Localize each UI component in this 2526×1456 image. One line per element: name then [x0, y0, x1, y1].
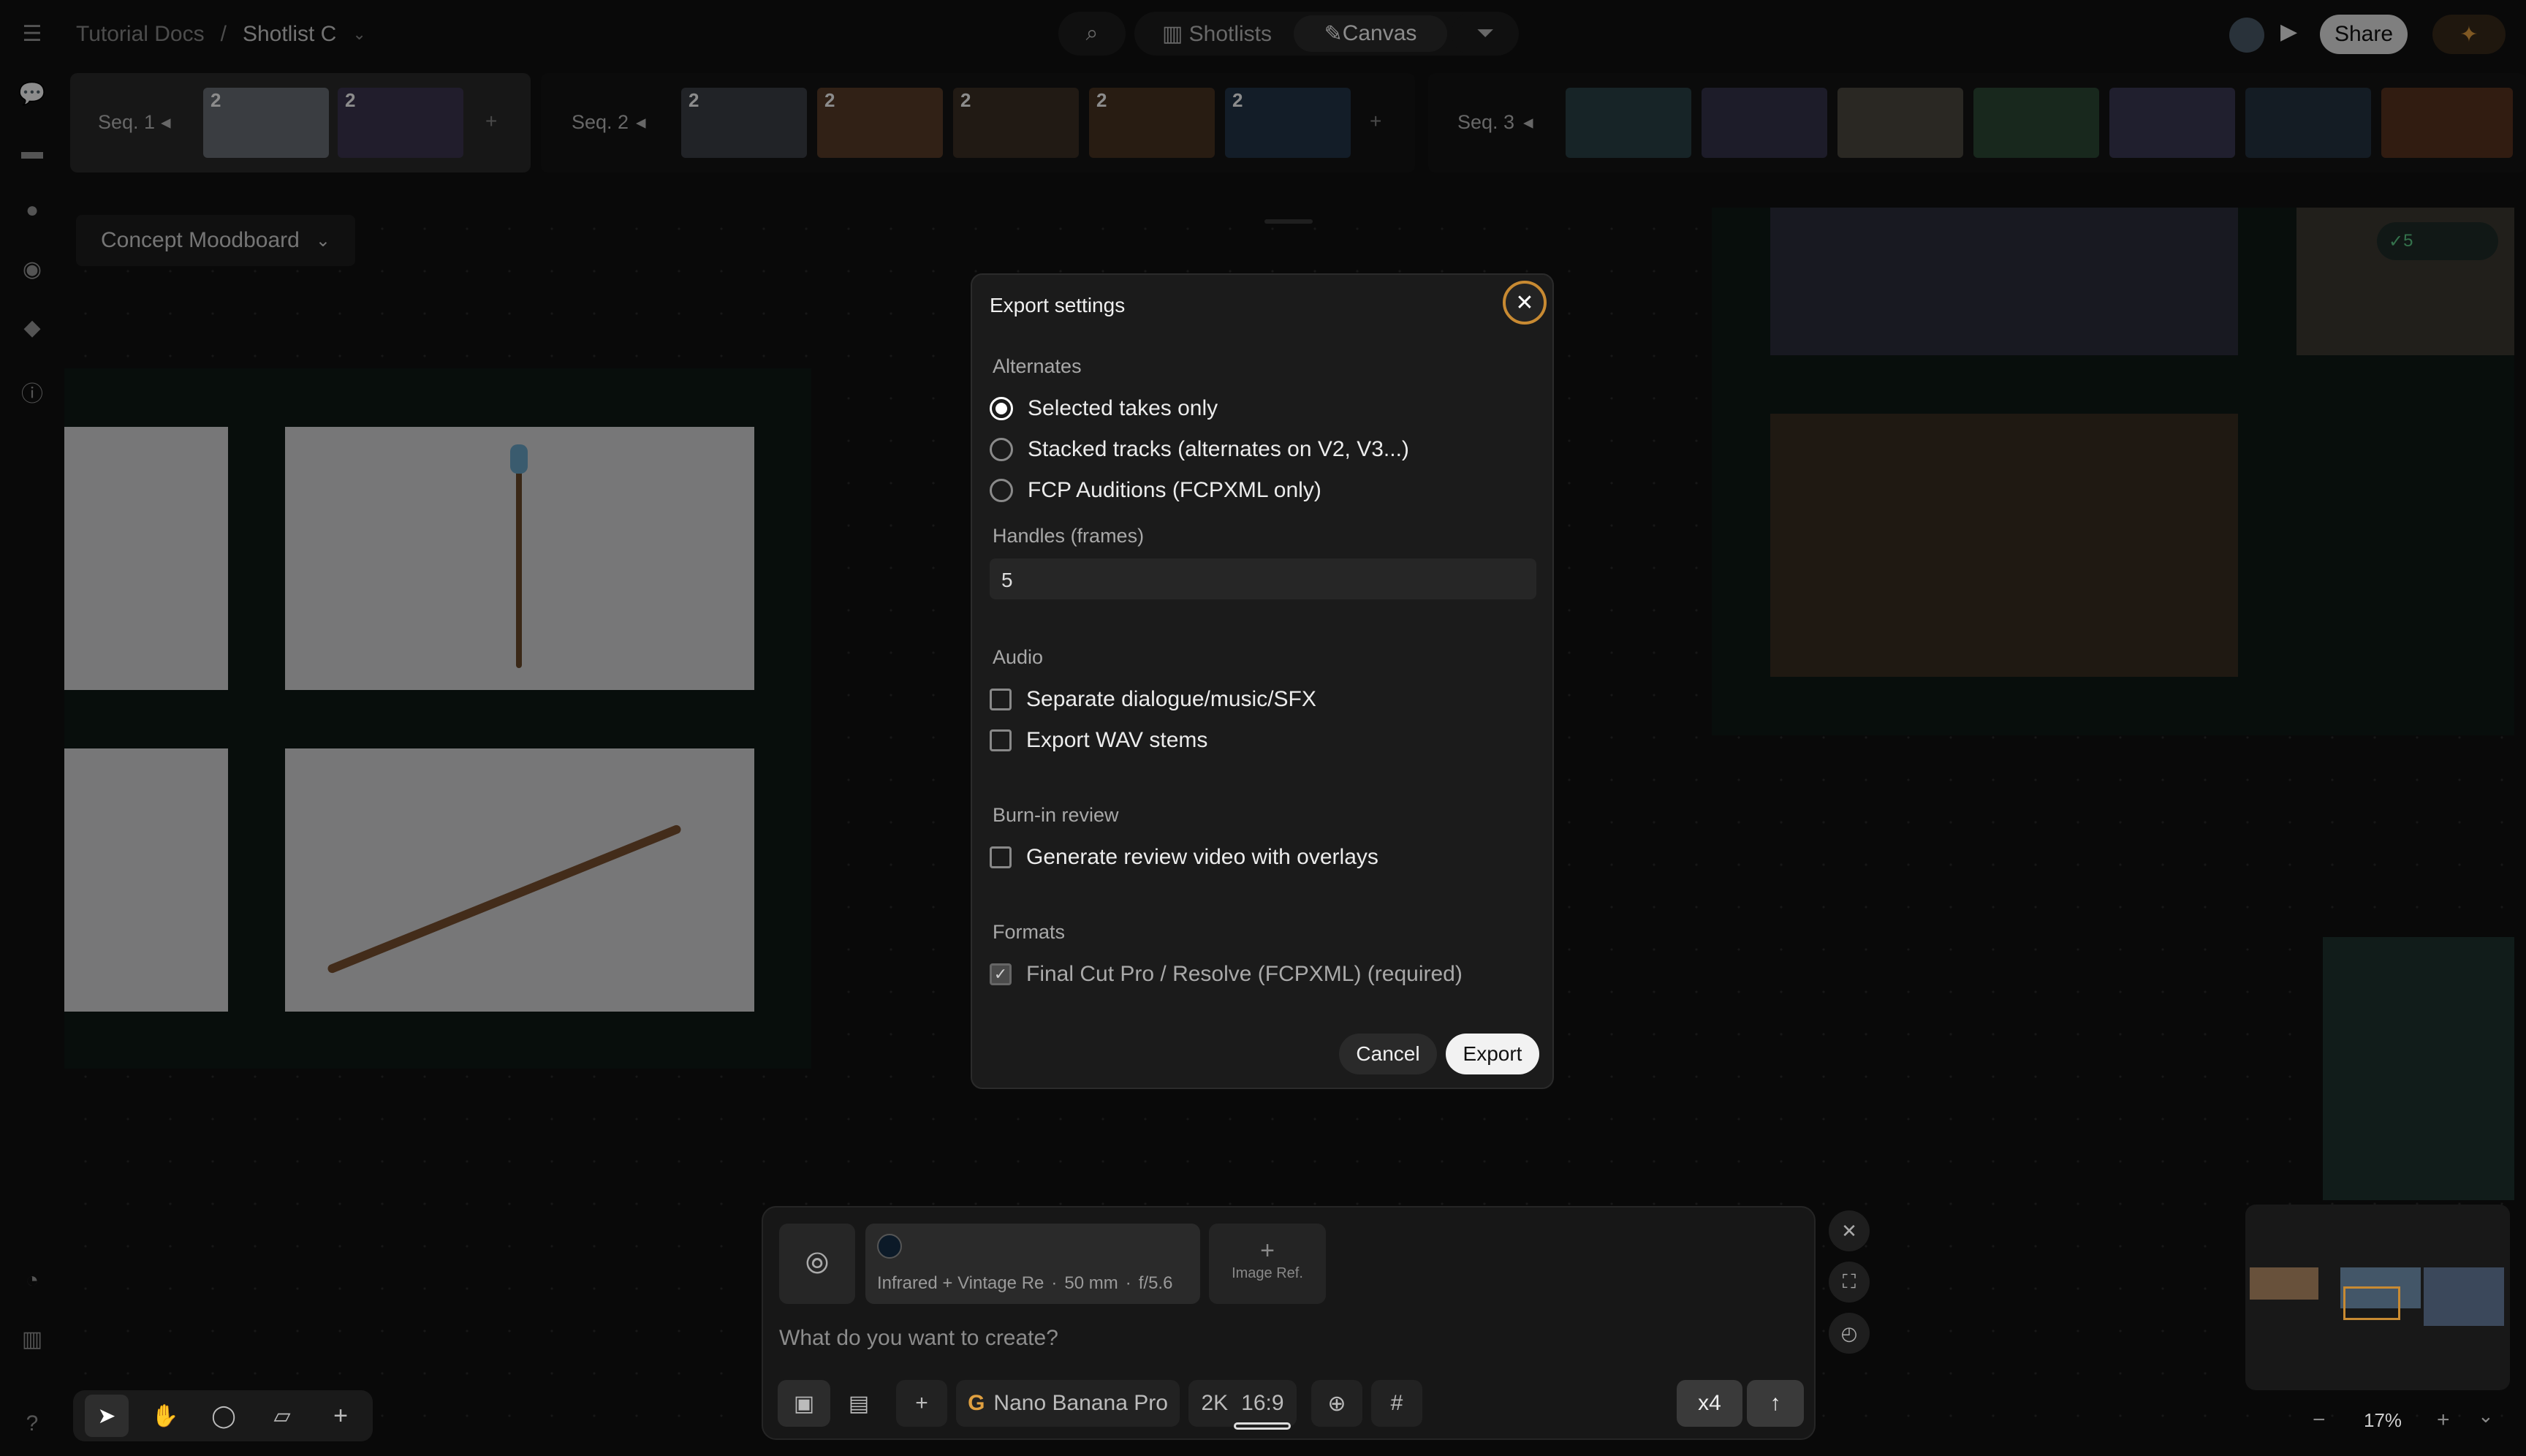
aperture-value: f/5.6	[1138, 1273, 1173, 1293]
image-mode-button[interactable]: ▣	[778, 1380, 830, 1427]
style-thumb	[877, 1234, 902, 1259]
model-select[interactable]: G Nano Banana Pro	[956, 1380, 1180, 1427]
video-mode-button[interactable]: ▤	[835, 1380, 883, 1427]
resolution-label: 2K	[1201, 1391, 1229, 1415]
plus-icon: +	[333, 1401, 348, 1430]
film-icon: ▤	[848, 1391, 870, 1416]
checkbox-indicator	[990, 689, 1012, 710]
comment-icon: ◯	[211, 1403, 236, 1428]
sticky-note-icon: ▱	[273, 1403, 291, 1428]
expand-button[interactable]: ⛶	[1829, 1262, 1870, 1303]
arrow-up-icon: ↑	[1770, 1391, 1781, 1415]
alternates-label: Alternates	[993, 355, 1082, 377]
image-icon: ▣	[793, 1391, 815, 1416]
checkbox-fcpxml[interactable]: ✓ Final Cut Pro / Resolve (FCPXML) (requi…	[990, 962, 1463, 987]
radio-indicator	[990, 438, 1013, 461]
count-label: x4	[1698, 1391, 1721, 1415]
close-icon: ✕	[1841, 1219, 1857, 1242]
option-label: Stacked tracks (alternates on V2, V3...)	[1028, 437, 1409, 461]
tags-button[interactable]: #	[1371, 1380, 1422, 1427]
plus-icon: +	[915, 1391, 928, 1415]
option-label: Export WAV stems	[1026, 728, 1208, 752]
radio-stacked-tracks[interactable]: Stacked tracks (alternates on V2, V3...)	[990, 437, 1409, 462]
radio-fcp-auditions[interactable]: FCP Auditions (FCPXML only)	[990, 478, 1321, 503]
globe-icon: ⊕	[1327, 1391, 1346, 1416]
zoom-out-button[interactable]: −	[2313, 1408, 2326, 1433]
checkbox-indicator	[990, 729, 1012, 751]
option-label: FCP Auditions (FCPXML only)	[1028, 478, 1321, 502]
blend-icon: ⦾	[805, 1247, 829, 1280]
checkbox-wav-stems[interactable]: Export WAV stems	[990, 728, 1207, 753]
option-label: Selected takes only	[1028, 396, 1218, 420]
minimap-region	[2250, 1267, 2318, 1300]
dialog-title: Export settings	[990, 294, 1126, 316]
export-settings-dialog: Export settings ✕ Alternates Selected ta…	[971, 273, 1554, 1089]
burnin-label: Burn-in review	[993, 804, 1119, 826]
radio-indicator	[990, 479, 1013, 502]
web-search-button[interactable]: ⊕	[1311, 1380, 1362, 1427]
radio-selected-takes[interactable]: Selected takes only	[990, 396, 1218, 421]
resolution-aspect-select[interactable]: 2K 16:9	[1188, 1380, 1297, 1427]
close-button[interactable]: ✕	[1503, 281, 1547, 325]
radio-indicator	[990, 397, 1013, 420]
handles-input[interactable]: 5	[990, 558, 1536, 599]
image-ref-button[interactable]: + Image Ref.	[1209, 1224, 1326, 1304]
hand-icon: ✋	[151, 1403, 179, 1428]
audio-label: Audio	[993, 646, 1044, 668]
expand-icon: ⛶	[1842, 1270, 1856, 1292]
aspect-indicator	[1234, 1422, 1291, 1430]
cancel-button[interactable]: Cancel	[1339, 1034, 1437, 1074]
check-icon: ✓	[990, 963, 1012, 985]
add-icon: +	[1260, 1237, 1275, 1264]
select-tool[interactable]: ➤	[85, 1395, 129, 1437]
style-card[interactable]: Infrared + Vintage Re · 50 mm · f/5.6	[865, 1224, 1200, 1304]
model-label: Nano Banana Pro	[993, 1391, 1168, 1415]
google-icon: G	[968, 1391, 985, 1415]
prompt-input[interactable]: What do you want to create?	[779, 1326, 1058, 1351]
zoom-in-button[interactable]: +	[2437, 1408, 2450, 1433]
add-tool[interactable]: +	[319, 1395, 363, 1437]
minimap-region	[2424, 1267, 2504, 1326]
handles-label: Handles (frames)	[993, 525, 1145, 547]
compass-button[interactable]: ◴	[1829, 1313, 1870, 1354]
add-button[interactable]: +	[896, 1380, 947, 1427]
checkbox-review-video[interactable]: Generate review video with overlays	[990, 845, 1378, 870]
cursor-icon: ➤	[97, 1403, 116, 1428]
option-label: Generate review video with overlays	[1026, 845, 1378, 869]
hashtag-icon: #	[1390, 1391, 1403, 1415]
checkbox-indicator	[990, 846, 1012, 868]
comment-tool[interactable]: ◯	[202, 1395, 246, 1437]
minimap-viewport[interactable]	[2343, 1286, 2400, 1320]
close-icon: ✕	[1515, 290, 1534, 315]
sticky-note-tool[interactable]: ▱	[260, 1395, 304, 1437]
style-name: Infrared + Vintage Re	[877, 1273, 1044, 1293]
image-ref-label: Image Ref.	[1232, 1265, 1303, 1281]
lens-value: 50 mm	[1064, 1273, 1118, 1293]
submit-button[interactable]: ↑	[1747, 1380, 1804, 1427]
minimap[interactable]	[2245, 1205, 2510, 1390]
option-label: Final Cut Pro / Resolve (FCPXML) (requir…	[1026, 962, 1463, 986]
formats-label: Formats	[993, 921, 1066, 943]
zoom-level[interactable]: 17%	[2364, 1409, 2402, 1432]
checkbox-separate-audio[interactable]: Separate dialogue/music/SFX	[990, 687, 1316, 712]
count-select[interactable]: x4	[1677, 1380, 1742, 1427]
aspect-label: 16:9	[1241, 1391, 1284, 1415]
option-label: Separate dialogue/music/SFX	[1026, 687, 1316, 711]
hand-tool[interactable]: ✋	[143, 1395, 187, 1437]
style-mix-button[interactable]: ⦾	[779, 1224, 855, 1304]
compass-icon: ◴	[1840, 1322, 1858, 1344]
chevron-down-icon[interactable]: ⌄	[2478, 1405, 2494, 1427]
close-composer-button[interactable]: ✕	[1829, 1210, 1870, 1251]
export-button[interactable]: Export	[1446, 1034, 1539, 1074]
